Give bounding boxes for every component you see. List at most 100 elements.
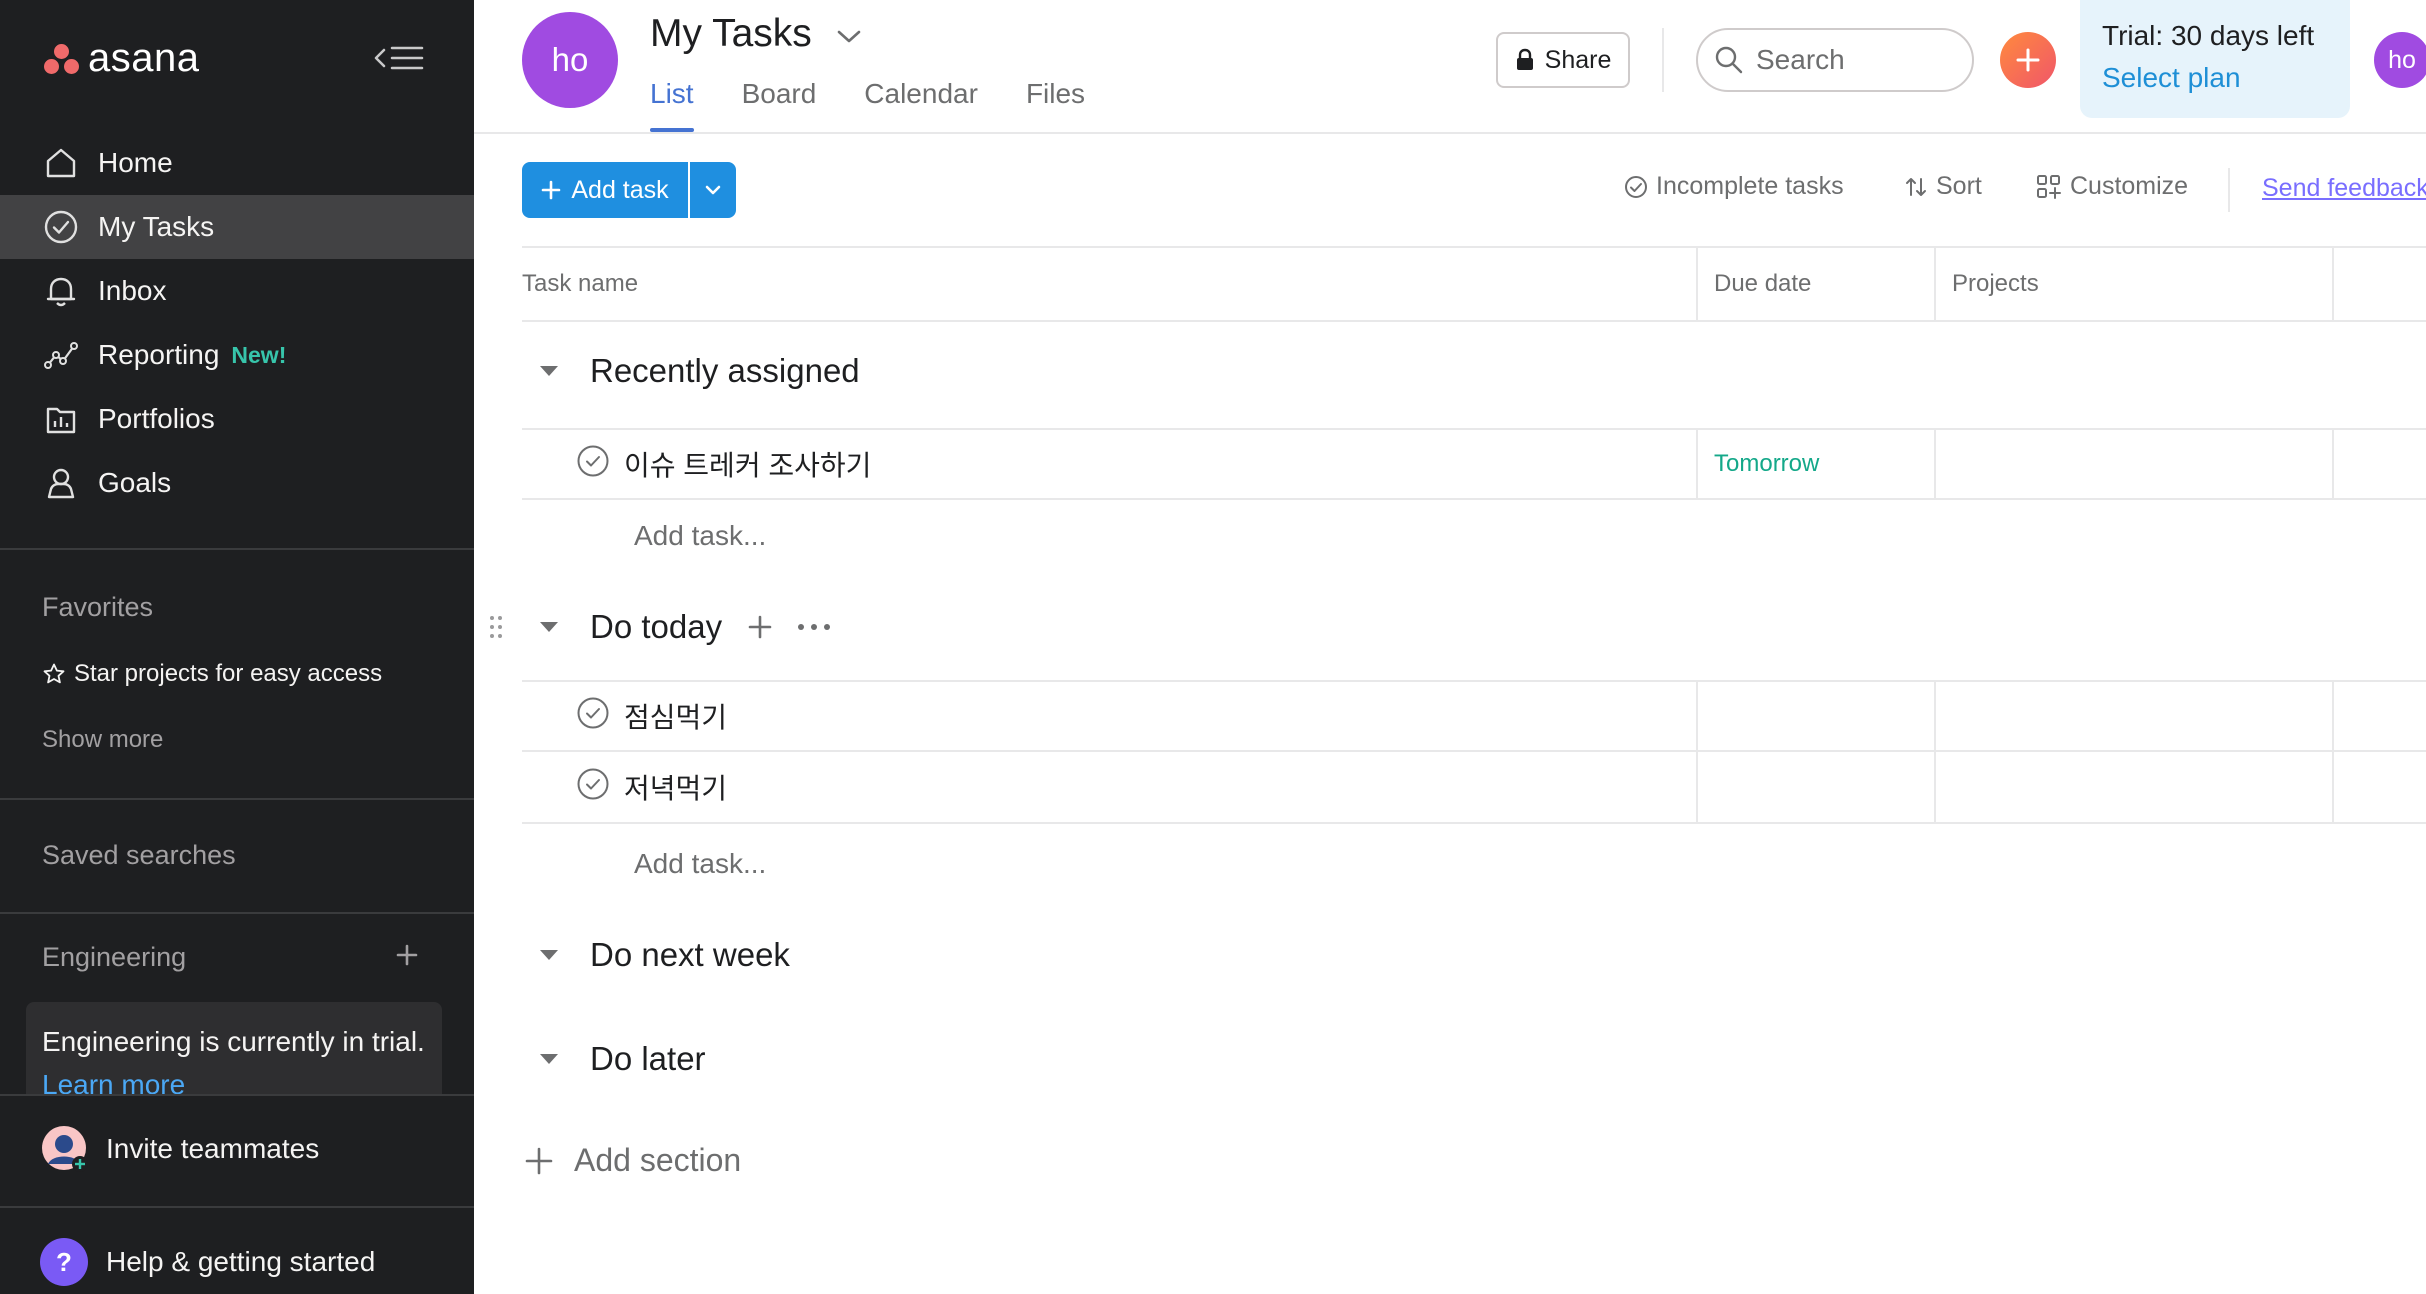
invite-label: Invite teammates (106, 1133, 320, 1164)
sidebar-item-goals[interactable]: Goals (0, 451, 474, 515)
task-name[interactable]: 저녁먹기 (624, 767, 727, 807)
column-filler (2332, 248, 2426, 320)
task-table: Task name Due date Projects (522, 246, 2426, 322)
filler-cell (2332, 682, 2426, 750)
favorites-title[interactable]: Favorites (42, 592, 153, 623)
invite-teammates-button[interactable]: Invite teammates (40, 1124, 319, 1174)
sidebar-item-portfolios[interactable]: Portfolios (0, 387, 474, 451)
send-feedback-link[interactable]: Send feedback (2262, 174, 2426, 203)
add-task-inline[interactable]: Add task... (634, 520, 766, 552)
sidebar-item-home[interactable]: Home (0, 131, 474, 195)
sidebar-item-label: My Tasks (98, 211, 215, 242)
chart-line-icon (42, 336, 80, 374)
search-icon (1715, 46, 1743, 74)
add-section-label: Add section (574, 1142, 742, 1178)
search-input[interactable] (1756, 44, 1956, 76)
add-task-dropdown[interactable] (690, 162, 736, 218)
sidebar-item-my-tasks[interactable]: My Tasks (0, 195, 474, 259)
plus-icon (525, 1147, 553, 1174)
add-task-button[interactable]: Add task (522, 162, 736, 218)
incomplete-tasks-filter[interactable]: Incomplete tasks (1624, 172, 1844, 201)
column-due-date[interactable]: Due date (1696, 248, 1934, 320)
filler-cell (2332, 752, 2426, 822)
home-icon (42, 144, 80, 182)
user-avatar[interactable]: ho (2374, 32, 2426, 88)
show-more-link[interactable]: Show more (42, 726, 163, 754)
tab-board[interactable]: Board (742, 78, 817, 132)
task-name[interactable]: 이슈 트레커 조사하기 (624, 444, 871, 484)
add-task-to-section-icon[interactable] (746, 613, 774, 641)
sort-label: Sort (1936, 172, 1982, 200)
task-name-cell: 저녁먹기 (522, 752, 1696, 822)
caret-down-icon[interactable] (538, 948, 578, 962)
column-task-name[interactable]: Task name (522, 248, 1696, 320)
table-header: Task name Due date Projects (522, 246, 2426, 322)
complete-task-icon[interactable] (576, 444, 610, 485)
collapse-sidebar-icon[interactable] (370, 38, 428, 78)
quick-add-button[interactable] (2000, 32, 2056, 88)
section-title[interactable]: Do today (590, 608, 722, 646)
search-box[interactable] (1696, 28, 1974, 92)
help-button[interactable]: ? Help & getting started (40, 1238, 375, 1286)
share-button[interactable]: Share (1496, 32, 1630, 88)
select-plan-link[interactable]: Select plan (2102, 62, 2350, 94)
section-header: Recently assigned (522, 352, 860, 390)
customize-button[interactable]: Customize (2036, 172, 2188, 201)
task-name[interactable]: 점심먹기 (624, 696, 727, 736)
sidebar-item-inbox[interactable]: Inbox (0, 259, 474, 323)
saved-searches-title[interactable]: Saved searches (42, 840, 236, 871)
tab-calendar[interactable]: Calendar (864, 78, 978, 132)
section-title[interactable]: Recently assigned (590, 352, 860, 390)
projects-cell[interactable] (1934, 752, 2332, 822)
task-name-cell: 점심먹기 (522, 682, 1696, 750)
task-name-cell: 이슈 트레커 조사하기 (522, 430, 1696, 498)
asana-logo[interactable]: asana (42, 36, 199, 81)
complete-task-icon[interactable] (576, 767, 610, 808)
section-actions (746, 613, 854, 641)
view-tabs: List Board Calendar Files (650, 78, 1133, 132)
section-header: Do today (522, 608, 854, 646)
drag-handle-icon[interactable] (488, 614, 504, 645)
page-title-text: My Tasks (650, 12, 812, 55)
due-date-cell[interactable] (1696, 682, 1934, 750)
add-section-button[interactable]: Add section (524, 1142, 741, 1179)
incomplete-tasks-label: Incomplete tasks (1656, 172, 1844, 200)
add-team-project-icon[interactable] (392, 940, 422, 970)
table-row[interactable]: 저녁먹기 (522, 752, 2426, 824)
caret-down-icon[interactable] (538, 1052, 578, 1066)
caret-down-icon[interactable] (538, 620, 578, 634)
team-title[interactable]: Engineering (42, 942, 186, 973)
section-title[interactable]: Do next week (590, 936, 790, 974)
caret-down-icon[interactable] (538, 364, 578, 378)
complete-task-icon[interactable] (576, 696, 610, 737)
page-title: My Tasks (650, 12, 864, 56)
sidebar-item-label: Goals (98, 467, 172, 498)
tab-files[interactable]: Files (1026, 78, 1085, 132)
check-circle-icon (42, 208, 80, 246)
add-task-inline[interactable]: Add task... (634, 848, 766, 880)
sidebar-item-reporting[interactable]: Reporting New! (0, 323, 474, 387)
page-header: ho My Tasks List Board Calendar Files Sh… (474, 0, 2426, 134)
sidebar: asana Home My Tasks Inbox Reporting New!… (0, 0, 474, 1294)
section-header: Do next week (522, 936, 790, 974)
projects-cell[interactable] (1934, 682, 2332, 750)
due-date-cell[interactable]: Tomorrow (1696, 430, 1934, 498)
add-task-main-button[interactable]: Add task (522, 162, 688, 218)
column-projects[interactable]: Projects (1934, 248, 2332, 320)
table-row[interactable]: 점심먹기 (522, 680, 2426, 752)
plus-icon (2016, 48, 2040, 72)
projects-cell[interactable] (1934, 430, 2332, 498)
learn-more-link[interactable]: Learn more (42, 1069, 185, 1096)
due-date-cell[interactable] (1696, 752, 1934, 822)
chevron-down-icon[interactable] (834, 12, 864, 56)
share-label: Share (1544, 45, 1612, 74)
help-label: Help & getting started (106, 1246, 376, 1277)
sort-button[interactable]: Sort (1904, 172, 1982, 201)
more-options-icon[interactable] (796, 622, 832, 632)
team-trial-notice: Engineering is currently in trial. Learn… (26, 1002, 442, 1096)
favorites-hint: Star projects for easy access (42, 660, 382, 688)
table-row[interactable]: 이슈 트레커 조사하기 Tomorrow (522, 428, 2426, 500)
tab-list[interactable]: List (650, 78, 694, 132)
section-title[interactable]: Do later (590, 1040, 706, 1078)
favorites-hint-text: Star projects for easy access (74, 660, 383, 687)
